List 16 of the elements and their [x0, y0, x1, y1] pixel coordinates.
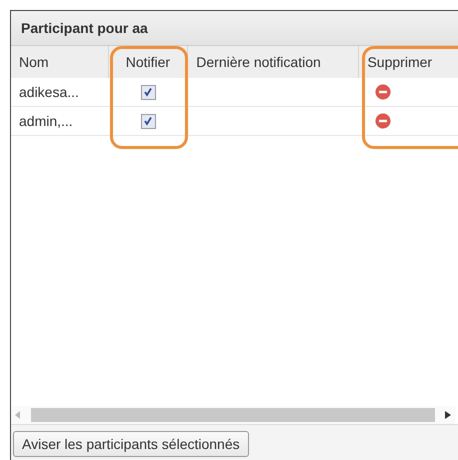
panel-title: Participant pour aa: [11, 11, 458, 46]
checkbox[interactable]: [140, 114, 156, 128]
delete-icon[interactable]: [375, 113, 392, 129]
column-header[interactable]: Nom: [11, 46, 109, 78]
table-cell: admin,...: [19, 113, 73, 129]
scroll-right-icon[interactable]: [445, 411, 451, 419]
delete-icon[interactable]: [375, 84, 392, 100]
table-cell: adikesa...: [19, 84, 79, 100]
checkbox[interactable]: [140, 84, 156, 100]
check-icon: [143, 87, 154, 97]
notify-button[interactable]: Aviser les participants sélectionnés: [13, 431, 249, 457]
column-header[interactable]: Notifier: [108, 46, 188, 78]
column-header[interactable]: Dernière notification: [188, 46, 360, 78]
column-header[interactable]: Supprimer: [359, 46, 458, 78]
check-icon: [143, 116, 154, 126]
horizontal-scrollbar[interactable]: [11, 406, 455, 424]
